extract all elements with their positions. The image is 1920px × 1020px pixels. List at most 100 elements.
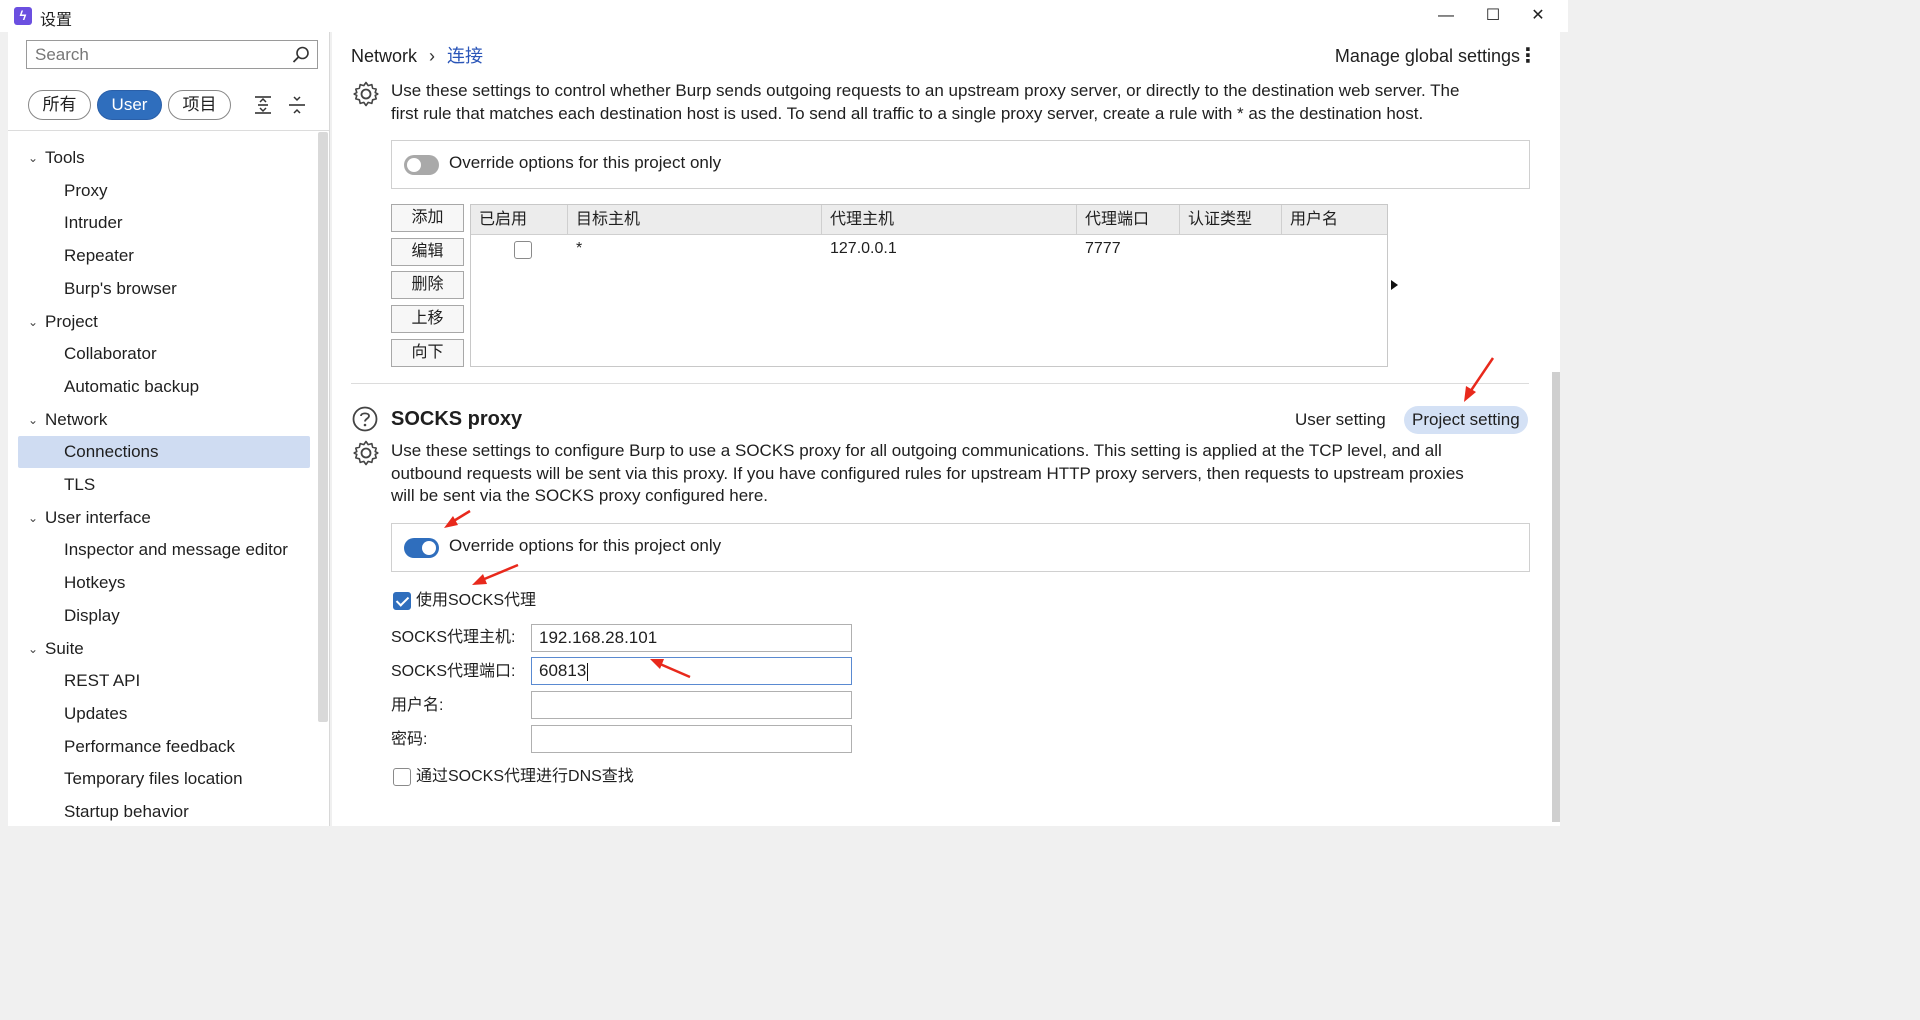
sidebar-item-hotkeys[interactable]: Hotkeys [18,567,310,599]
close-button[interactable]: ✕ [1523,4,1553,28]
socks-port-value: 60813 [539,661,587,680]
chevron-down-icon[interactable]: ⌄ [28,306,38,338]
sidebar-item-repeater[interactable]: Repeater [18,240,310,272]
tree-group-tools[interactable]: ⌄ Tools [18,142,85,174]
remove-rule-button[interactable]: 删除 [391,271,464,299]
filter-project-pill[interactable]: 项目 [168,90,231,120]
upstream-override-toggle[interactable] [404,155,439,175]
gear-icon[interactable] [352,439,380,467]
socks-override-label: Override options for this project only [449,536,722,555]
tree-item-label: Suite [45,638,84,658]
sidebar-item-updates[interactable]: Updates [18,698,310,730]
tree-item-label: REST API [64,671,141,691]
sidebar-item-display[interactable]: Display [18,600,310,632]
minimize-button[interactable]: — [1431,4,1461,28]
use-socks-checkbox[interactable] [393,592,411,610]
upstream-description: Use these settings to control whether Bu… [391,80,1459,125]
tree-item-label: Performance feedback [64,736,236,756]
rule-enabled-checkbox[interactable] [514,241,532,259]
column-header-auth-type[interactable]: 认证类型 [1180,205,1282,235]
sidebar-scrollbar[interactable] [318,132,328,722]
gear-icon[interactable] [352,80,380,108]
socks-description-line: will be sent via the SOCKS proxy configu… [391,486,769,505]
project-setting-chip[interactable]: Project setting [1404,406,1528,434]
tree-group-user-interface[interactable]: ⌄ User interface [18,502,151,534]
rule-proxy-port: 7777 [1085,240,1121,257]
socks-port-input[interactable]: 60813 [531,657,852,685]
tree-item-label: Intruder [64,213,123,233]
more-options-icon[interactable]: ⋮ [1518,46,1538,66]
add-rule-button[interactable]: 添加 [391,204,464,232]
upstream-override-panel: Override options for this project only [391,140,1530,189]
edit-rule-button[interactable]: 编辑 [391,238,464,266]
sidebar-item-tls[interactable]: TLS [18,469,310,501]
socks-port-label: SOCKS代理端口: [391,663,516,680]
move-up-button[interactable]: 上移 [391,305,464,333]
chevron-down-icon[interactable]: ⌄ [28,633,38,665]
tree-group-project[interactable]: ⌄ Project [18,306,98,338]
socks-password-input[interactable] [531,725,852,753]
breadcrumb-connections[interactable]: 连接 [447,46,483,66]
filter-user-pill[interactable]: User [97,90,162,120]
play-icon[interactable] [1391,280,1398,290]
sidebar-item-burp-s-browser[interactable]: Burp's browser [18,273,310,305]
column-header-destination-host[interactable]: 目标主机 [568,205,822,235]
sidebar-item-collaborator[interactable]: Collaborator [18,338,310,370]
settings-sidebar: 所有 User 项目 ⌄ Tools Proxy Intruder Repeater Bu… [8,32,330,826]
search-icon[interactable] [291,45,311,65]
tree-item-label: Hotkeys [64,573,126,593]
sidebar-item-startup-behavior[interactable]: Startup behavior [18,796,310,826]
column-header-enabled[interactable]: 已启用 [471,205,568,235]
user-setting-chip[interactable]: User setting [1287,406,1394,434]
maximize-button[interactable]: ☐ [1478,4,1508,28]
socks-override-toggle[interactable] [404,538,439,558]
collapse-all-icon[interactable] [286,94,308,116]
settings-main-panel: Network › 连接 Manage global settings ⋮ Use … [332,32,1560,826]
main-scrollbar[interactable] [1552,372,1560,822]
column-header-proxy-port[interactable]: 代理端口 [1077,205,1180,235]
chevron-down-icon[interactable]: ⌄ [28,142,38,174]
window-title: 设置 [40,12,73,29]
tree-item-label: Display [64,605,120,625]
upstream-override-label: Override options for this project only [449,153,722,172]
rule-proxy-host: 127.0.0.1 [830,240,897,257]
manage-global-settings-link[interactable]: Manage global settings [1335,44,1520,68]
section-divider [351,383,1529,384]
socks-username-input[interactable] [531,691,852,719]
socks-username-label: 用户名: [391,697,444,714]
search-input[interactable] [27,41,277,68]
tree-group-network[interactable]: ⌄ Network [18,404,107,436]
sidebar-item-automatic-backup[interactable]: Automatic backup [18,371,310,403]
sidebar-item-inspector-and-message-editor[interactable]: Inspector and message editor [18,534,310,566]
sidebar-item-proxy[interactable]: Proxy [18,175,310,207]
tree-item-label: Burp's browser [64,278,177,298]
breadcrumb: Network › 连接 [351,44,483,68]
expand-all-icon[interactable] [252,94,274,116]
socks-dns-checkbox[interactable] [393,768,411,786]
sidebar-item-rest-api[interactable]: REST API [18,665,310,697]
toggle-knob [422,541,436,555]
filter-row: 所有 User 项目 [28,90,328,120]
rule-username [1282,237,1290,261]
sidebar-item-connections[interactable]: Connections [18,436,310,469]
chevron-down-icon[interactable]: ⌄ [28,502,38,534]
tree-item-label: Startup behavior [64,802,189,821]
window-titlebar: ϟ 设置 — ☐ ✕ [0,0,1568,32]
chevron-down-icon[interactable]: ⌄ [28,404,38,436]
help-icon[interactable] [351,405,379,433]
sidebar-item-temporary-files-location[interactable]: Temporary files location [18,763,310,795]
tree-item-label: User interface [45,507,151,527]
column-header-username[interactable]: 用户名 [1282,205,1387,235]
socks-password-label: 密码: [391,731,428,748]
sidebar-item-intruder[interactable]: Intruder [18,207,310,239]
column-header-proxy-host[interactable]: 代理主机 [822,205,1077,235]
tree-item-label: Collaborator [64,344,157,364]
tree-group-suite[interactable]: ⌄ Suite [18,633,84,665]
sidebar-item-performance-feedback[interactable]: Performance feedback [18,731,310,763]
move-down-button[interactable]: 向下 [391,339,464,367]
filter-all-pill[interactable]: 所有 [28,90,91,120]
tree-item-label: Connections [64,442,159,462]
tree-item-label: Tools [45,148,85,167]
socks-host-input[interactable]: 192.168.28.101 [531,624,852,652]
breadcrumb-network[interactable]: Network [351,46,417,66]
